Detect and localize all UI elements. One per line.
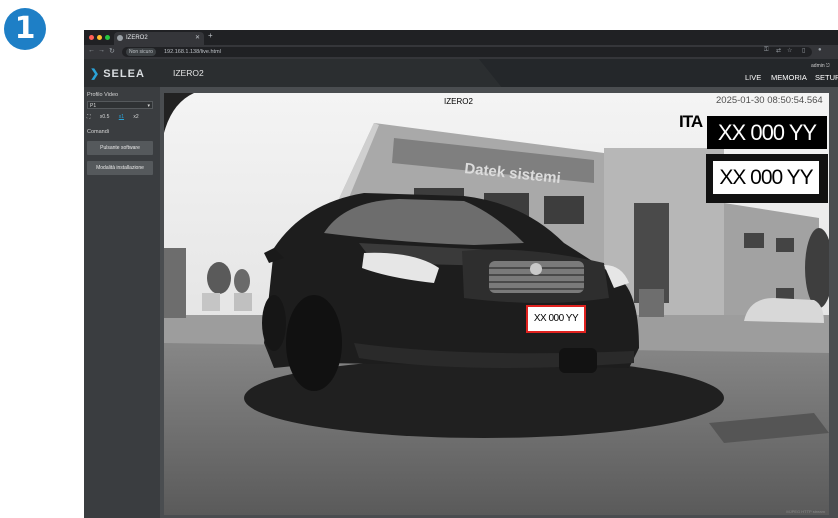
- new-tab-icon[interactable]: +: [208, 31, 213, 40]
- sidepanel-icon[interactable]: ▯: [802, 47, 805, 54]
- zoom-options: ⛶ x0.5 x1 x2: [87, 114, 147, 120]
- device-name: IZERO2: [173, 68, 204, 78]
- building-window: [776, 238, 794, 252]
- overlay-timestamp: 2025-01-30 08:50:54.564: [716, 95, 823, 106]
- nav-setup[interactable]: SETUP: [815, 73, 838, 82]
- forward-icon[interactable]: →: [98, 47, 105, 54]
- address-bar[interactable]: Non sicuro 192.168.1.138/live.html: [122, 47, 812, 57]
- logout-icon[interactable]: ⎋: [826, 63, 830, 69]
- browser-tab-bar: IZERO2 ✕ +: [84, 30, 838, 45]
- car-wheel-left: [286, 295, 342, 391]
- back-icon[interactable]: ←: [88, 47, 95, 54]
- building-door-window: [634, 203, 669, 303]
- video-panel: Datek sistemi IZERO2 2025-01-30 08:50:54…: [160, 87, 838, 518]
- chevron-down-icon: ▾: [147, 103, 150, 109]
- maximize-window-dot[interactable]: [105, 35, 110, 40]
- logo-text: SELEA: [103, 68, 145, 80]
- zoom-x1[interactable]: x1: [119, 114, 124, 120]
- video-profile-select[interactable]: P1 ▾: [87, 101, 153, 109]
- sidebar: Profilo Video P1 ▾ ⛶ x0.5 x1 x2 Comandi …: [84, 87, 160, 518]
- fullscreen-icon[interactable]: ⛶: [87, 114, 91, 120]
- nav-live[interactable]: LIVE: [745, 73, 761, 82]
- browser-window: IZERO2 ✕ + ← → ↻ Non sicuro 192.168.1.13…: [84, 30, 838, 518]
- plate-crop: XX 000 YY: [706, 154, 828, 203]
- parked-van: [164, 248, 186, 318]
- zoom-x05[interactable]: x0.5: [100, 114, 109, 120]
- minimize-window-dot[interactable]: [97, 35, 102, 40]
- user-label[interactable]: admin ⎋: [811, 63, 830, 69]
- url-text[interactable]: 192.168.1.138/live.html: [164, 47, 221, 57]
- car-emblem: [530, 263, 542, 275]
- building-window: [544, 196, 584, 224]
- not-secure-badge[interactable]: Non sicuro: [126, 48, 156, 56]
- car-wheel-right: [559, 348, 597, 373]
- parked-car: [234, 293, 252, 311]
- live-video[interactable]: Datek sistemi IZERO2 2025-01-30 08:50:54…: [164, 93, 829, 515]
- tree: [234, 269, 250, 293]
- selea-logo: ❯ SELEA: [90, 67, 145, 80]
- commands-label: Comandi: [87, 129, 110, 135]
- step-number-badge: 1: [4, 8, 46, 50]
- tab-close-icon[interactable]: ✕: [195, 32, 200, 45]
- car-wheel-rear: [262, 295, 286, 351]
- profile-icon[interactable]: ●: [818, 47, 822, 53]
- browser-tab[interactable]: IZERO2 ✕: [114, 32, 204, 45]
- app-header: ❯ SELEA IZERO2 admin ⎋ LIVE MEMORIA SETUP: [84, 59, 838, 87]
- stream-status: MJPEG HTTP stream: [786, 509, 825, 514]
- reload-icon[interactable]: ↻: [109, 47, 115, 55]
- tab-title: IZERO2: [126, 35, 148, 41]
- country-code: ITA: [679, 112, 703, 131]
- parked-car: [639, 289, 664, 317]
- plate-crop-text: XX 000 YY: [713, 161, 819, 194]
- translate-icon[interactable]: ⇄: [776, 47, 781, 54]
- parked-car: [202, 293, 220, 311]
- logo-chevron-icon: ❯: [90, 68, 101, 80]
- recognized-plate-text: XX 000 YY: [707, 116, 827, 149]
- building-window: [744, 233, 764, 248]
- browser-toolbar: ← → ↻ Non sicuro 192.168.1.138/live.html…: [84, 45, 838, 59]
- tab-favicon-icon: [117, 35, 123, 41]
- detected-plate-text: XX 000 YY: [533, 313, 579, 324]
- user-name: admin: [811, 63, 825, 69]
- bookmark-star-icon[interactable]: ☆: [787, 47, 792, 54]
- plate-detection-box: XX 000 YY: [526, 305, 586, 333]
- video-profile-value: P1: [90, 103, 97, 109]
- software-trigger-button[interactable]: Pulsante software: [87, 141, 153, 155]
- tree: [207, 262, 231, 294]
- key-icon[interactable]: ⚿: [764, 47, 769, 54]
- overlay-camera-name: IZERO2: [444, 97, 473, 106]
- install-mode-button[interactable]: Modalità installazione: [87, 161, 153, 175]
- nav-memoria[interactable]: MEMORIA: [771, 73, 807, 82]
- zoom-x2[interactable]: x2: [133, 114, 138, 120]
- video-profile-label: Profilo Video: [87, 92, 119, 98]
- close-window-dot[interactable]: [89, 35, 94, 40]
